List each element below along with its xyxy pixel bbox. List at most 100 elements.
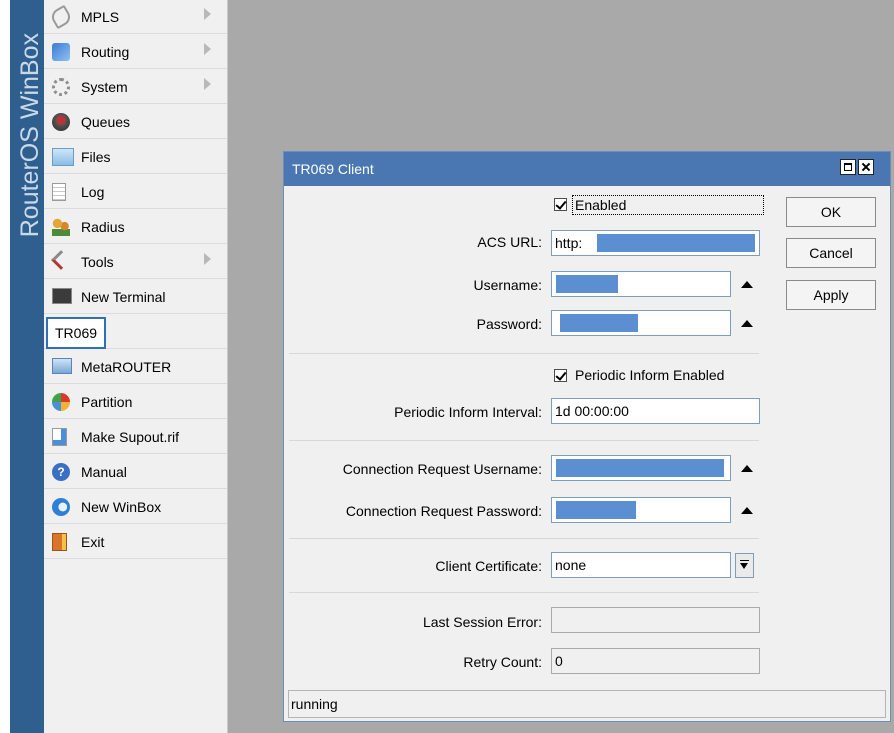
retry-count-value: 0	[555, 653, 563, 669]
menu-label: New Terminal	[81, 289, 166, 305]
cancel-button[interactable]: Cancel	[786, 238, 876, 268]
menu-item-manual[interactable]: ? Manual	[44, 455, 227, 489]
queues-icon	[52, 113, 70, 131]
system-gear-icon	[52, 78, 70, 96]
menu-label: TR069	[46, 317, 107, 349]
menu-item-tools[interactable]: Tools	[44, 245, 227, 279]
client-certificate-select[interactable]: none	[551, 552, 731, 578]
menu-label: Files	[81, 149, 111, 165]
menu-item-queues[interactable]: Queues	[44, 105, 227, 139]
dropdown-arrow-icon[interactable]	[735, 553, 754, 578]
separator	[289, 592, 759, 593]
conn-req-password-input[interactable]	[551, 497, 731, 523]
help-icon: ?	[52, 463, 70, 481]
acs-url-input[interactable]: http:	[551, 230, 760, 256]
maximize-icon[interactable]	[840, 159, 856, 175]
winbox-icon	[52, 498, 70, 516]
mpls-icon	[48, 4, 74, 30]
redaction-mask	[556, 501, 636, 519]
password-label: Password:	[476, 316, 542, 332]
client-certificate-label: Client Certificate:	[435, 558, 542, 574]
periodic-inform-enabled-checkbox[interactable]	[554, 369, 567, 382]
routing-icon	[52, 43, 70, 61]
separator	[289, 440, 759, 441]
dialog-title-bar[interactable]: TR069 Client	[284, 152, 890, 186]
metarouter-icon	[52, 358, 72, 374]
collapse-arrow-icon[interactable]	[741, 507, 753, 514]
enabled-label: Enabled	[572, 195, 764, 215]
menu-label: Manual	[81, 464, 127, 480]
menu-item-files[interactable]: Files	[44, 140, 227, 174]
password-input[interactable]	[551, 310, 731, 336]
menu-label: MetaROUTER	[81, 359, 172, 375]
username-label: Username:	[473, 277, 542, 293]
ok-button[interactable]: OK	[786, 197, 876, 227]
menu-label: MPLS	[81, 9, 120, 25]
collapse-arrow-icon[interactable]	[741, 320, 753, 327]
radius-users-icon	[52, 218, 70, 236]
dialog-title: TR069 Client	[292, 161, 374, 177]
status-text: running	[291, 696, 338, 712]
menu-label: Make Supout.rif	[81, 429, 180, 445]
terminal-icon	[52, 288, 72, 304]
periodic-inform-interval-input[interactable]: 1d 00:00:00	[551, 398, 760, 424]
menu-item-routing[interactable]: Routing	[44, 35, 227, 69]
last-session-error-field	[551, 607, 760, 633]
winbox-brand-strip: RouterOS WinBox	[10, 0, 44, 733]
collapse-arrow-icon[interactable]	[741, 465, 753, 472]
enabled-checkbox[interactable]	[554, 198, 567, 211]
menu-label: Tools	[81, 254, 114, 270]
menu-item-new-winbox[interactable]: New WinBox	[44, 490, 227, 524]
menu-item-tr069[interactable]: TR069	[44, 315, 227, 349]
separator	[289, 353, 759, 354]
redaction-mask	[560, 314, 638, 332]
menu-label: Routing	[81, 44, 130, 60]
collapse-arrow-icon[interactable]	[741, 281, 753, 288]
tools-icon	[51, 250, 71, 270]
menu-label: Log	[81, 184, 105, 200]
supout-icon	[52, 428, 67, 446]
menu-label: Exit	[81, 534, 105, 550]
last-session-error-label: Last Session Error:	[422, 614, 542, 630]
menu-item-log[interactable]: Log	[44, 175, 227, 209]
menu-label: Queues	[81, 114, 131, 130]
menu-item-mpls[interactable]: MPLS	[44, 0, 227, 34]
menu-item-make-supout[interactable]: Make Supout.rif	[44, 420, 227, 454]
conn-req-password-label: Connection Request Password:	[345, 503, 542, 519]
apply-button[interactable]: Apply	[786, 280, 876, 310]
menu-item-radius[interactable]: Radius	[44, 210, 227, 244]
menu-item-metarouter[interactable]: MetaROUTER	[44, 350, 227, 384]
menu-item-system[interactable]: System	[44, 70, 227, 104]
brand-label: RouterOS WinBox	[16, 33, 44, 238]
status-bar: running	[288, 690, 886, 718]
username-input[interactable]	[551, 271, 731, 297]
exit-door-icon	[52, 533, 67, 551]
submenu-arrow-icon	[204, 253, 211, 265]
partition-pie-icon	[52, 393, 70, 411]
acs-url-value: http:	[555, 235, 583, 251]
submenu-arrow-icon	[204, 8, 211, 20]
client-certificate-value: none	[555, 557, 587, 573]
menu-item-new-terminal[interactable]: New Terminal	[44, 280, 227, 314]
periodic-inform-interval-value: 1d 00:00:00	[555, 403, 629, 419]
menu-item-exit[interactable]: Exit	[44, 525, 227, 559]
retry-count-field: 0	[551, 648, 760, 674]
retry-count-label: Retry Count:	[463, 654, 542, 670]
separator	[289, 538, 759, 539]
redaction-mask	[597, 234, 755, 252]
menu-label: Radius	[81, 219, 125, 235]
periodic-inform-enabled-label: Periodic Inform Enabled	[575, 367, 725, 383]
periodic-inform-interval-label: Periodic Inform Interval:	[394, 404, 542, 420]
menu-label: New WinBox	[81, 499, 162, 515]
log-document-icon	[52, 183, 66, 201]
main-menu: MPLS Routing System Queues Files Log Rad…	[44, 0, 228, 733]
close-icon[interactable]	[858, 159, 874, 175]
menu-label: System	[81, 79, 128, 95]
menu-item-partition[interactable]: Partition	[44, 385, 227, 419]
tr069-client-dialog: TR069 Client Enabled ACS URL: http: User…	[283, 151, 891, 722]
redaction-mask	[556, 459, 724, 477]
conn-req-username-input[interactable]	[551, 455, 731, 481]
menu-label: Partition	[81, 394, 133, 410]
folder-icon	[52, 148, 74, 166]
submenu-arrow-icon	[204, 78, 211, 90]
